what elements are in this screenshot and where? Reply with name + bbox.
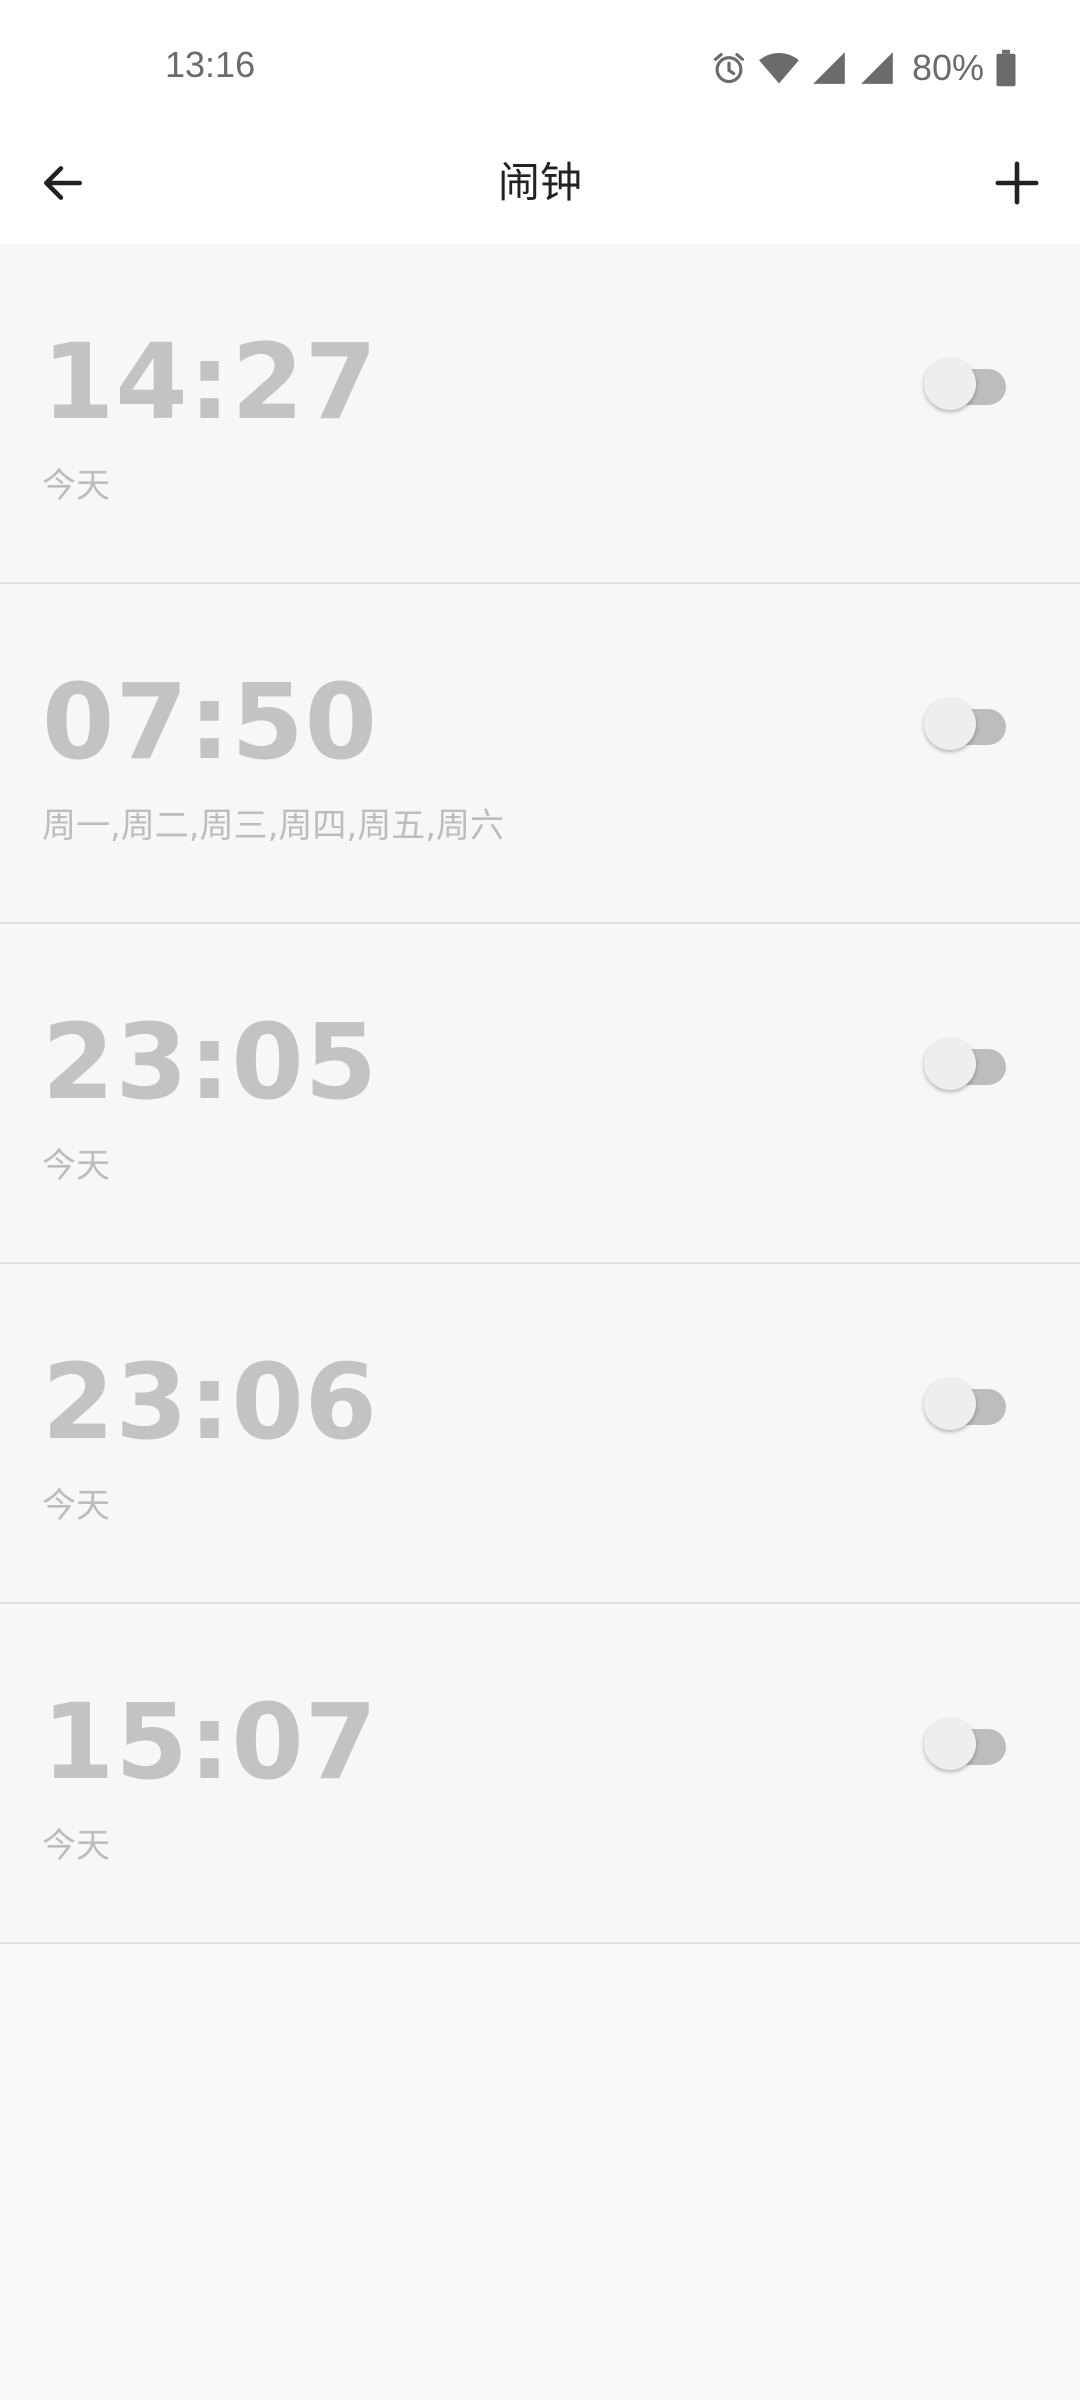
alarm-list: 14:27 今天 07:50 周一,周二,周三,周四,周五,周六 23:05 今… [0, 244, 1080, 1944]
alarm-repeat: 今天 [42, 1146, 110, 1186]
page-title: 闹钟 [497, 158, 582, 207]
alarm-toggle[interactable] [924, 694, 1010, 750]
toggle-thumb [924, 1038, 976, 1090]
alarm-repeat: 周一,周二,周三,周四,周五,周六 [42, 806, 505, 846]
signal-icon [810, 49, 848, 87]
alarm-time: 14:27 [42, 321, 379, 443]
signal-icon [858, 49, 896, 87]
battery-percent: 80% [911, 47, 984, 88]
alarm-item[interactable]: 15:07 今天 [0, 1604, 1080, 1944]
alarm-time: 15:07 [42, 1681, 379, 1803]
app-bar: 闹钟 [0, 120, 1080, 245]
add-alarm-button[interactable] [984, 150, 1050, 216]
wifi-icon [758, 49, 800, 87]
toggle-thumb [924, 1718, 976, 1770]
alarm-item[interactable]: 07:50 周一,周二,周三,周四,周五,周六 [0, 584, 1080, 924]
status-time: 13:16 [165, 44, 256, 85]
alarm-time: 07:50 [42, 661, 379, 783]
alarm-toggle[interactable] [924, 1374, 1010, 1430]
alarm-time: 23:05 [42, 1001, 379, 1123]
status-bar: 13:16 80% [0, 0, 1080, 120]
status-icons: 80% [710, 46, 1018, 90]
alarm-toggle[interactable] [924, 354, 1010, 410]
battery-icon [994, 49, 1018, 87]
toggle-thumb [924, 358, 976, 410]
alarm-icon [710, 49, 748, 87]
alarm-item[interactable]: 23:05 今天 [0, 924, 1080, 1264]
alarm-repeat: 今天 [42, 466, 110, 506]
alarm-item[interactable]: 23:06 今天 [0, 1264, 1080, 1604]
alarm-repeat: 今天 [42, 1486, 110, 1526]
alarm-repeat: 今天 [42, 1826, 110, 1866]
alarm-toggle[interactable] [924, 1714, 1010, 1770]
alarm-toggle[interactable] [924, 1034, 1010, 1090]
toggle-thumb [924, 698, 976, 750]
alarm-item[interactable]: 14:27 今天 [0, 244, 1080, 584]
alarm-time: 23:06 [42, 1341, 379, 1463]
plus-icon [995, 161, 1039, 205]
toggle-thumb [924, 1378, 976, 1430]
